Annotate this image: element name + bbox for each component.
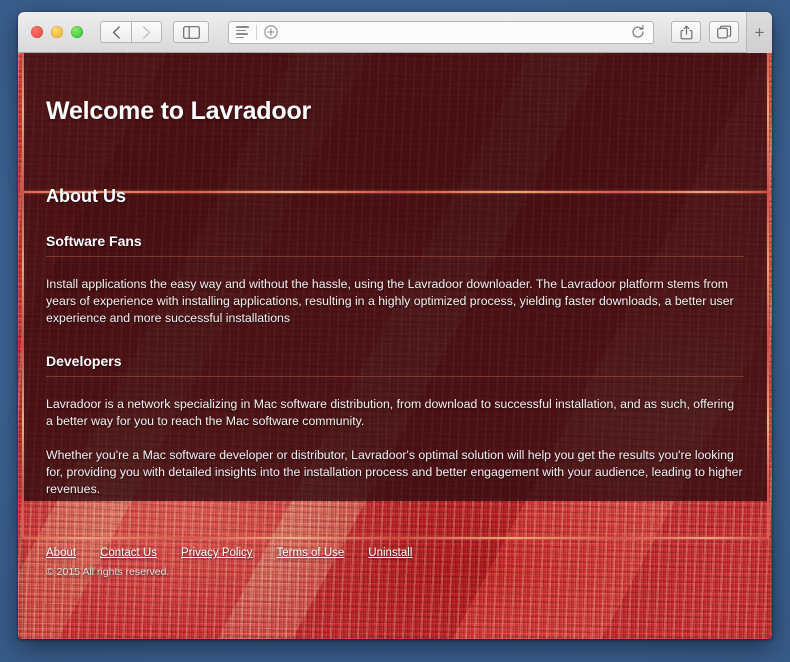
maximize-window-button[interactable] [71, 26, 83, 38]
footer-link-list: About Contact Us Privacy Policy Terms of… [46, 547, 744, 559]
share-button[interactable] [671, 21, 701, 43]
page-viewport: Welcome to Lavradoor About Us Software F… [18, 53, 772, 639]
close-window-button[interactable] [31, 26, 43, 38]
toolbar-right-actions [671, 21, 739, 43]
plus-circle-icon[interactable] [264, 25, 278, 39]
footer-link-terms-of-use[interactable]: Terms of Use [277, 547, 345, 559]
page-main-content: Welcome to Lavradoor About Us Software F… [18, 53, 772, 498]
safari-browser-window: + Welcome to Lavradoor About Us Software… [18, 12, 772, 639]
navigation-buttons [100, 21, 162, 43]
new-tab-button[interactable]: + [746, 12, 772, 53]
browser-toolbar: + [18, 12, 772, 53]
chevron-right-icon [143, 25, 151, 39]
address-bar[interactable] [228, 20, 654, 44]
back-button[interactable] [100, 21, 131, 43]
forward-button[interactable] [131, 21, 162, 43]
new-tab-label: + [754, 22, 765, 42]
footer-link-about[interactable]: About [46, 547, 76, 559]
footer-link-uninstall[interactable]: Uninstall [368, 547, 412, 559]
toolbar-divider [256, 24, 257, 40]
section-heading-software-fans: Software Fans [46, 233, 744, 257]
desktop-background: + Welcome to Lavradoor About Us Software… [0, 0, 790, 662]
about-us-heading: About Us [46, 186, 126, 206]
show-tabs-button[interactable] [709, 21, 739, 43]
show-tabs-icon [716, 25, 731, 39]
page-footer: About Contact Us Privacy Policy Terms of… [18, 536, 772, 578]
window-controls [31, 26, 83, 38]
sidebar-toggle-icon [182, 25, 200, 39]
section-paragraph: Install applications the easy way and wi… [46, 277, 734, 325]
share-icon [680, 25, 692, 39]
page-title: Welcome to Lavradoor [46, 97, 312, 125]
section-paragraph: Whether you're a Mac software developer … [46, 448, 743, 496]
reload-button[interactable] [631, 25, 645, 39]
minimize-window-button[interactable] [51, 26, 63, 38]
section-heading-developers: Developers [46, 353, 744, 377]
section-paragraph: Lavradoor is a network specializing in M… [46, 397, 735, 428]
copyright-notice: © 2015 All rights reserved. [46, 566, 170, 578]
reader-view-icon[interactable] [236, 26, 249, 38]
reload-icon [632, 25, 644, 38]
footer-link-contact-us[interactable]: Contact Us [100, 547, 157, 559]
sidebar-toggle-button[interactable] [173, 21, 209, 43]
footer-link-privacy-policy[interactable]: Privacy Policy [181, 547, 253, 559]
chevron-left-icon [112, 25, 120, 39]
